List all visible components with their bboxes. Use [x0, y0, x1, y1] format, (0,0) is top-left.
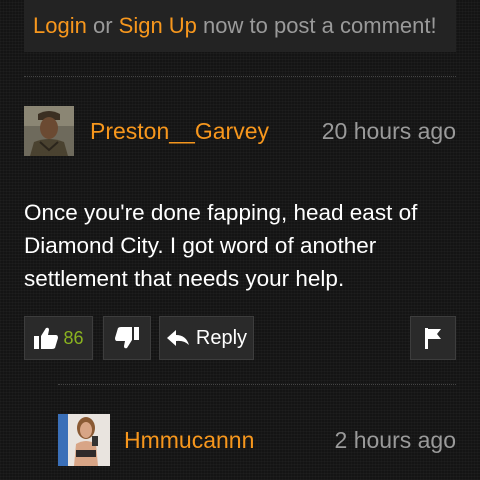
- like-count: 86: [63, 327, 84, 348]
- comment-body: Once you're done fapping, head east of D…: [24, 200, 418, 291]
- dislike-button[interactable]: [103, 316, 151, 360]
- divider: [24, 76, 456, 77]
- reply-button[interactable]: Reply: [159, 316, 254, 360]
- like-button[interactable]: 86: [24, 316, 93, 360]
- login-prompt-bar: Login or Sign Up now to post a comment!: [24, 0, 456, 52]
- thumbs-down-icon: [114, 326, 140, 350]
- username[interactable]: Preston__Garvey: [90, 118, 269, 145]
- timestamp: 20 hours ago: [321, 118, 456, 144]
- divider: [58, 384, 456, 385]
- login-link[interactable]: Login: [33, 13, 87, 38]
- signup-link[interactable]: Sign Up: [119, 13, 197, 38]
- avatar[interactable]: [58, 414, 110, 466]
- flag-button[interactable]: [410, 316, 456, 360]
- or-text: or: [86, 13, 119, 38]
- comments-page: Login or Sign Up now to post a comment! …: [0, 0, 480, 480]
- login-prompt-suffix: now to post a comment!: [196, 13, 437, 38]
- avatar[interactable]: [24, 106, 74, 156]
- username[interactable]: Hmmucannn: [124, 427, 254, 454]
- reply-label: Reply: [195, 326, 248, 349]
- reply-arrow-icon: [166, 328, 190, 348]
- timestamp: 2 hours ago: [334, 427, 456, 453]
- flag-icon: [424, 326, 442, 350]
- thumbs-up-icon: [33, 326, 59, 350]
